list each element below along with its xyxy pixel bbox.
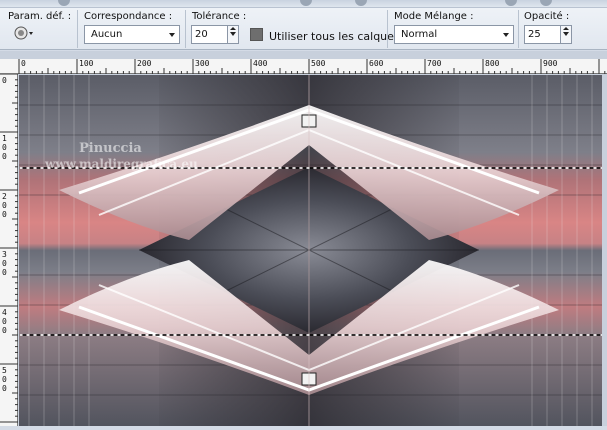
ruler-label: 200 [137, 59, 152, 68]
ruler-label: 100 [79, 59, 94, 68]
tolerance-label: Tolérance : [192, 11, 247, 22]
preset-group: Param. déf. : [8, 11, 71, 22]
chevron-down-icon [503, 33, 509, 37]
blend-mode-value: Normal [401, 29, 438, 40]
use-all-layers-label: Utiliser tous les calques [269, 30, 400, 43]
ruler-label: 800 [485, 59, 500, 68]
toolbar-icon[interactable] [540, 0, 552, 6]
separator [77, 10, 78, 48]
toolbar-icon[interactable] [300, 0, 312, 6]
opacity-group: Opacité : [524, 11, 569, 22]
spin-arrows-icon[interactable] [560, 26, 571, 43]
preset-dropdown-icon[interactable] [13, 24, 35, 42]
correspondance-select[interactable]: Aucun [84, 25, 180, 44]
ruler-label: 600 [369, 59, 384, 68]
blend-mode-group: Mode Mélange : [394, 11, 474, 22]
opacity-stepper[interactable]: 25 [524, 25, 572, 44]
watermark-line2: www.maldiregrafica.eu [45, 157, 198, 171]
tolerance-group: Tolérance : [192, 11, 246, 22]
toolbar-icon[interactable] [355, 0, 367, 6]
ruler-label: 400 [253, 59, 268, 68]
separator [387, 10, 388, 48]
ruler-label: 0 [21, 59, 26, 68]
horizontal-ruler: 0 100 200 300 400 500 600 700 800 900 [0, 59, 607, 74]
correspondance-group: Correspondance : [84, 11, 172, 22]
opacity-value[interactable]: 25 [525, 26, 541, 43]
watermark-line1: Pinuccia [79, 141, 142, 156]
ruler-label: 4 0 0 [2, 308, 7, 335]
correspondance-label: Correspondance : [84, 11, 173, 22]
separator [185, 10, 186, 48]
ruler-label: 700 [427, 59, 442, 68]
ruler-label: 5 0 0 [2, 366, 7, 393]
menu-strip [0, 0, 607, 8]
ruler-label: 2 0 0 [2, 192, 7, 219]
chevron-down-icon [169, 33, 175, 37]
ruler-label: 500 [311, 59, 326, 68]
tolerance-value[interactable]: 20 [192, 26, 208, 43]
separator [518, 10, 519, 48]
spin-arrows-icon[interactable] [227, 26, 238, 43]
ruler-label: 1 0 0 [2, 134, 7, 161]
toolbar-icon[interactable] [505, 0, 517, 6]
opacity-label: Opacité : [524, 11, 570, 22]
tool-options-bar: Param. déf. : Correspondance : Aucun Tol… [0, 8, 607, 50]
ruler-label: 3 0 0 [2, 250, 7, 277]
use-all-layers-checkbox[interactable] [250, 28, 263, 41]
tolerance-stepper[interactable]: 20 [191, 25, 239, 44]
vertical-ruler: 0 1 0 0 2 0 0 3 0 0 4 0 0 5 0 0 [0, 73, 18, 426]
toolbar-icon[interactable] [58, 0, 70, 6]
correspondance-value: Aucun [91, 29, 123, 40]
document-canvas[interactable]: Pinuccia www.maldiregrafica.eu [19, 75, 602, 426]
ruler-label: 0 [2, 76, 7, 85]
blend-mode-label: Mode Mélange : [394, 11, 474, 22]
blend-mode-select[interactable]: Normal [394, 25, 514, 44]
ruler-label: 300 [195, 59, 210, 68]
preset-label: Param. déf. : [8, 11, 72, 22]
kaleidoscope-image [19, 75, 602, 426]
ruler-label: 900 [543, 59, 558, 68]
